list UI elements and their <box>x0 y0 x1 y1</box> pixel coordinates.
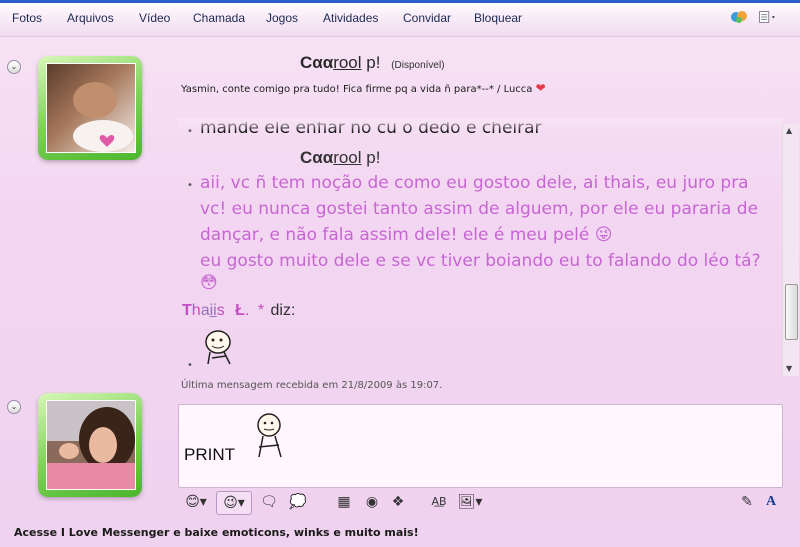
sender-name-suffix: p! <box>361 148 381 167</box>
scroll-down-arrow-icon[interactable]: ▼ <box>786 364 792 373</box>
menu-bar: Fotos Arquivos Vídeo Chamada Jogos Ativi… <box>0 0 800 37</box>
options-menu-icon[interactable] <box>758 8 778 26</box>
self-photo-icon <box>47 401 135 489</box>
input-toolbar: 😊▾ 😉▾ 🗨 💭 ▦ ◉ ❖ A͟B 🖼▾ ✎ A <box>178 488 782 516</box>
self-avatar <box>46 400 136 490</box>
menu-item-chamada[interactable]: Chamada <box>193 11 245 25</box>
heart-icon: ❤ <box>535 81 546 95</box>
scroll-thumb[interactable] <box>785 284 798 340</box>
self-avatar-frame[interactable] <box>38 393 142 497</box>
message-line-4: eu gosto muito dele e se vc tiver boiand… <box>200 251 761 271</box>
contact-name-underlined: rool <box>333 53 362 72</box>
message-bullet: • <box>187 360 193 371</box>
sender2-letter: . <box>244 302 250 319</box>
scroll-up-arrow-icon[interactable]: ▲ <box>786 126 792 135</box>
last-message-timestamp: Última mensagem recebida em 21/8/2009 às… <box>181 380 443 391</box>
contact-photo-icon <box>47 64 135 152</box>
cartoon-face-emoticon-icon <box>205 330 231 365</box>
sender2-letter: h <box>191 302 201 319</box>
background-button[interactable]: ▦ <box>333 491 355 513</box>
games-button[interactable]: ◉ <box>362 491 382 513</box>
tongue-emoticon-icon: 😜 <box>594 225 613 245</box>
personal-message-text: Yasmin, conte comigo pra tudo! Fica firm… <box>181 84 533 95</box>
sender2-letter: Ł <box>235 302 245 319</box>
chat-scrollbar[interactable]: ▲ ▼ <box>782 124 799 376</box>
voice-clip-button[interactable]: 🗨 <box>258 491 280 513</box>
sender-name-thaiis: Thaiis Ł. * diz: <box>182 302 295 320</box>
menu-item-atividades[interactable]: Atividades <box>323 11 378 25</box>
nudge-button[interactable]: 💭 <box>288 491 308 513</box>
sender2-says: diz: <box>270 302 296 319</box>
handwriting-button[interactable]: ✎ <box>738 491 756 513</box>
cartoon-face-input-icon <box>257 413 282 458</box>
collapse-contact-button[interactable]: ⌄ <box>7 60 21 74</box>
message-line-1: aii, vc ñ tem noção de como eu gostoo de… <box>200 173 749 193</box>
message-line-3-text: dançar, e não fala assim dele! ele é meu… <box>200 225 590 245</box>
menu-item-fotos[interactable]: Fotos <box>12 11 42 25</box>
contact-name: Cααrool p! (Disponível) <box>300 53 445 73</box>
menu-item-arquivos[interactable]: Arquivos <box>67 11 114 25</box>
contact-status: (Disponível) <box>391 60 445 71</box>
sender2-letter: ii <box>209 302 217 319</box>
contact-avatar <box>46 63 136 153</box>
font-button[interactable]: A <box>762 491 780 513</box>
conversation-history[interactable]: • mande ele enfiar no cu o dedo e cheira… <box>178 122 782 374</box>
sender-name-carool: Cααrool p! <box>300 148 380 168</box>
footer-ad-link[interactable]: Acesse I Love Messenger e baixe emoticon… <box>14 526 419 539</box>
message-line-3: dançar, e não fala assim dele! ele é meu… <box>200 225 613 245</box>
contact-name-suffix: p! <box>361 53 381 72</box>
window-top-border <box>0 0 800 3</box>
contact-name-part: Cαα <box>300 53 334 72</box>
message-bullet: • <box>187 180 193 191</box>
message-line-2: vc! eu nunca gostei tanto assim de algue… <box>200 199 759 219</box>
messenger-buddy-icon[interactable] <box>729 8 749 26</box>
sender-name-part: Cαα <box>300 148 334 167</box>
personal-message: Yasmin, conte comigo pra tudo! Fica firm… <box>181 81 546 95</box>
sender-name-underlined: rool <box>333 148 362 167</box>
wink-button[interactable]: 😉▾ <box>216 491 252 515</box>
sender2-star: * <box>257 302 265 319</box>
menu-item-convidar[interactable]: Convidar <box>403 11 451 25</box>
sender2-letter: s <box>216 302 225 319</box>
chat-top-fade <box>178 118 782 132</box>
menu-item-bloquear[interactable]: Bloquear <box>474 11 522 25</box>
menu-item-jogos[interactable]: Jogos <box>266 11 298 25</box>
collapse-self-button[interactable]: ⌄ <box>7 400 21 414</box>
message-input[interactable]: PRINT <box>178 404 783 488</box>
spellcheck-button[interactable]: A͟B <box>428 491 450 513</box>
emoticon-button[interactable]: 😊▾ <box>182 491 210 513</box>
contact-avatar-frame[interactable] <box>38 56 142 160</box>
share-photo-button[interactable]: 🖼▾ <box>456 491 484 513</box>
sender2-letter: T <box>182 302 192 319</box>
eyes-emoticon-icon: 😳 <box>200 273 218 293</box>
menu-item-video[interactable]: Vídeo <box>139 11 170 25</box>
sender2-letter: a <box>200 302 210 319</box>
activities-button[interactable]: ❖ <box>388 491 408 513</box>
message-input-text: PRINT <box>184 445 235 464</box>
